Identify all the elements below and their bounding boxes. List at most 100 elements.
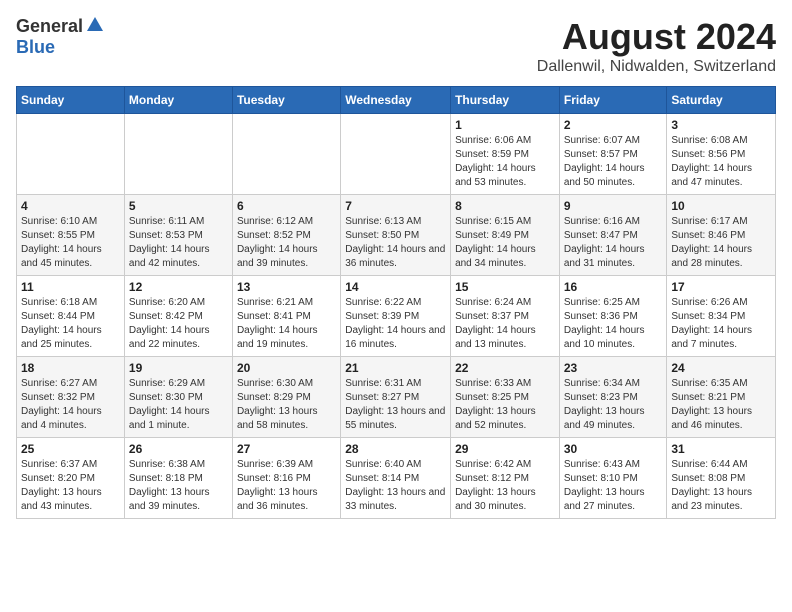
table-row: 1Sunrise: 6:06 AM Sunset: 8:59 PM Daylig…	[451, 114, 560, 195]
table-row: 28 Sunrise: 6:40 AM Sunset: 8:14 PM Dayli…	[341, 438, 451, 519]
logo-icon	[85, 15, 105, 35]
day-number: 14	[345, 280, 446, 294]
day-number: 12	[129, 280, 228, 294]
day-number: 21	[345, 361, 446, 375]
day-number: 1	[455, 118, 555, 132]
day-number: 8	[455, 199, 555, 213]
table-row: 3 Sunrise: 6:08 AM Sunset: 8:56 PM Daylig…	[667, 114, 776, 195]
day-info: Sunrise: 6:12 AM Sunset: 8:52 PM Dayligh…	[237, 215, 336, 271]
day-number: 2	[564, 118, 663, 132]
day-number: 26	[129, 442, 228, 456]
day-number: 31	[671, 442, 771, 456]
day-number: 3	[671, 118, 771, 132]
day-number: 13	[237, 280, 336, 294]
calendar-table: Sunday Monday Tuesday Wednesday Thursday…	[16, 86, 776, 519]
header-sunday: Sunday	[17, 87, 125, 114]
table-row: 14 Sunrise: 6:22 AM Sunset: 8:39 PM Dayli…	[341, 276, 451, 357]
day-info: Sunrise: 6:39 AM Sunset: 8:16 PM Dayligh…	[237, 458, 336, 514]
day-number: 11	[21, 280, 120, 294]
header-monday: Monday	[124, 87, 232, 114]
table-row: 10 Sunrise: 6:17 AM Sunset: 8:46 PM Dayli…	[667, 195, 776, 276]
day-number: 18	[21, 361, 120, 375]
day-info: Sunrise: 6:27 AM Sunset: 8:32 PM Dayligh…	[21, 377, 120, 433]
month-title: August 2024	[537, 16, 776, 58]
table-row: 19 Sunrise: 6:29 AM Sunset: 8:30 PM Dayli…	[124, 357, 232, 438]
table-row: 26 Sunrise: 6:38 AM Sunset: 8:18 PM Dayli…	[124, 438, 232, 519]
header: General Blue August 2024 Dallenwil, Nidw…	[16, 16, 776, 76]
day-info: Sunrise: 6:11 AM Sunset: 8:53 PM Dayligh…	[129, 215, 228, 271]
day-info: Sunrise: 6:29 AM Sunset: 8:30 PM Dayligh…	[129, 377, 228, 433]
day-number: 9	[564, 199, 663, 213]
day-number: 29	[455, 442, 555, 456]
table-row: 30Sunrise: 6:43 AM Sunset: 8:10 PM Dayli…	[559, 438, 667, 519]
day-info: Sunrise: 6:35 AM Sunset: 8:21 PM Dayligh…	[671, 377, 771, 433]
day-info: Sunrise: 6:44 AM Sunset: 8:08 PM Dayligh…	[671, 458, 771, 514]
table-row: 20Sunrise: 6:30 AM Sunset: 8:29 PM Dayli…	[232, 357, 340, 438]
calendar-week-row: 1Sunrise: 6:06 AM Sunset: 8:59 PM Daylig…	[17, 114, 776, 195]
header-tuesday: Tuesday	[232, 87, 340, 114]
day-number: 22	[455, 361, 555, 375]
table-row: 8 Sunrise: 6:15 AM Sunset: 8:49 PM Daylig…	[451, 195, 560, 276]
day-number: 6	[237, 199, 336, 213]
table-row: 9 Sunrise: 6:16 AM Sunset: 8:47 PM Daylig…	[559, 195, 667, 276]
header-saturday: Saturday	[667, 87, 776, 114]
day-info: Sunrise: 6:07 AM Sunset: 8:57 PM Dayligh…	[564, 134, 663, 190]
header-friday: Friday	[559, 87, 667, 114]
logo-blue-text: Blue	[16, 37, 55, 58]
calendar-week-row: 11 Sunrise: 6:18 AM Sunset: 8:44 PM Dayli…	[17, 276, 776, 357]
day-number: 25	[21, 442, 120, 456]
day-info: Sunrise: 6:21 AM Sunset: 8:41 PM Dayligh…	[237, 296, 336, 352]
day-info: Sunrise: 6:42 AM Sunset: 8:12 PM Dayligh…	[455, 458, 555, 514]
calendar-week-row: 18 Sunrise: 6:27 AM Sunset: 8:32 PM Dayli…	[17, 357, 776, 438]
day-info: Sunrise: 6:15 AM Sunset: 8:49 PM Dayligh…	[455, 215, 555, 271]
calendar-week-row: 25Sunrise: 6:37 AM Sunset: 8:20 PM Dayli…	[17, 438, 776, 519]
day-info: Sunrise: 6:38 AM Sunset: 8:18 PM Dayligh…	[129, 458, 228, 514]
day-number: 24	[671, 361, 771, 375]
table-row: 6 Sunrise: 6:12 AM Sunset: 8:52 PM Daylig…	[232, 195, 340, 276]
table-row: 4Sunrise: 6:10 AM Sunset: 8:55 PM Daylig…	[17, 195, 125, 276]
day-number: 15	[455, 280, 555, 294]
logo-general-text: General	[16, 16, 83, 37]
day-info: Sunrise: 6:13 AM Sunset: 8:50 PM Dayligh…	[345, 215, 446, 271]
day-info: Sunrise: 6:30 AM Sunset: 8:29 PM Dayligh…	[237, 377, 336, 433]
calendar-week-row: 4Sunrise: 6:10 AM Sunset: 8:55 PM Daylig…	[17, 195, 776, 276]
day-info: Sunrise: 6:31 AM Sunset: 8:27 PM Dayligh…	[345, 377, 446, 433]
day-number: 23	[564, 361, 663, 375]
day-info: Sunrise: 6:22 AM Sunset: 8:39 PM Dayligh…	[345, 296, 446, 352]
table-row: 5 Sunrise: 6:11 AM Sunset: 8:53 PM Daylig…	[124, 195, 232, 276]
calendar-header-row: Sunday Monday Tuesday Wednesday Thursday…	[17, 87, 776, 114]
table-row: 23 Sunrise: 6:34 AM Sunset: 8:23 PM Dayli…	[559, 357, 667, 438]
logo: General Blue	[16, 16, 105, 58]
table-row: 22 Sunrise: 6:33 AM Sunset: 8:25 PM Dayli…	[451, 357, 560, 438]
table-row: 12Sunrise: 6:20 AM Sunset: 8:42 PM Dayli…	[124, 276, 232, 357]
table-row: 18 Sunrise: 6:27 AM Sunset: 8:32 PM Dayli…	[17, 357, 125, 438]
day-number: 19	[129, 361, 228, 375]
day-info: Sunrise: 6:25 AM Sunset: 8:36 PM Dayligh…	[564, 296, 663, 352]
day-number: 28	[345, 442, 446, 456]
table-row: 13 Sunrise: 6:21 AM Sunset: 8:41 PM Dayli…	[232, 276, 340, 357]
day-info: Sunrise: 6:33 AM Sunset: 8:25 PM Dayligh…	[455, 377, 555, 433]
table-row	[17, 114, 125, 195]
day-number: 30	[564, 442, 663, 456]
day-info: Sunrise: 6:18 AM Sunset: 8:44 PM Dayligh…	[21, 296, 120, 352]
day-info: Sunrise: 6:40 AM Sunset: 8:14 PM Dayligh…	[345, 458, 446, 514]
day-info: Sunrise: 6:24 AM Sunset: 8:37 PM Dayligh…	[455, 296, 555, 352]
table-row: 25Sunrise: 6:37 AM Sunset: 8:20 PM Dayli…	[17, 438, 125, 519]
table-row: 29 Sunrise: 6:42 AM Sunset: 8:12 PM Dayli…	[451, 438, 560, 519]
day-info: Sunrise: 6:16 AM Sunset: 8:47 PM Dayligh…	[564, 215, 663, 271]
table-row: 16 Sunrise: 6:25 AM Sunset: 8:36 PM Dayli…	[559, 276, 667, 357]
day-info: Sunrise: 6:10 AM Sunset: 8:55 PM Dayligh…	[21, 215, 120, 271]
day-info: Sunrise: 6:08 AM Sunset: 8:56 PM Dayligh…	[671, 134, 771, 190]
day-info: Sunrise: 6:26 AM Sunset: 8:34 PM Dayligh…	[671, 296, 771, 352]
day-number: 17	[671, 280, 771, 294]
day-number: 5	[129, 199, 228, 213]
title-area: August 2024 Dallenwil, Nidwalden, Switze…	[537, 16, 776, 76]
table-row: 27 Sunrise: 6:39 AM Sunset: 8:16 PM Dayli…	[232, 438, 340, 519]
day-number: 10	[671, 199, 771, 213]
header-wednesday: Wednesday	[341, 87, 451, 114]
table-row: 21 Sunrise: 6:31 AM Sunset: 8:27 PM Dayli…	[341, 357, 451, 438]
day-info: Sunrise: 6:34 AM Sunset: 8:23 PM Dayligh…	[564, 377, 663, 433]
day-info: Sunrise: 6:17 AM Sunset: 8:46 PM Dayligh…	[671, 215, 771, 271]
day-number: 27	[237, 442, 336, 456]
day-number: 16	[564, 280, 663, 294]
